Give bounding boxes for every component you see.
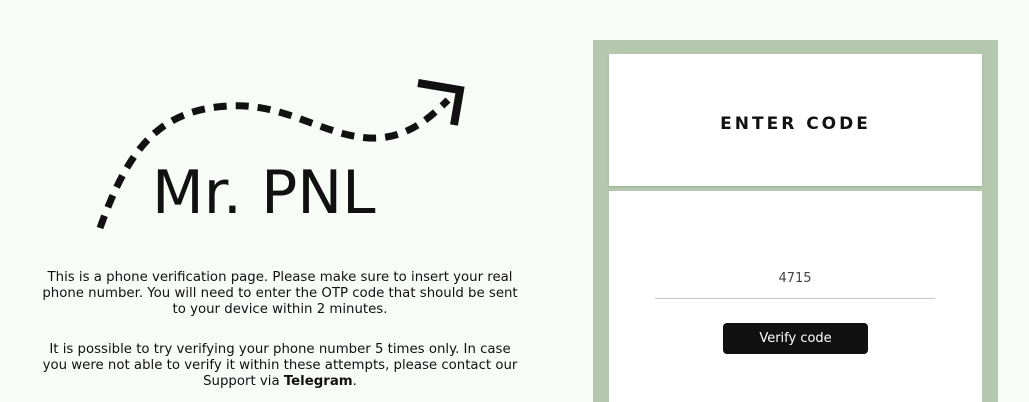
intro-paragraph-2-text: It is possible to try verifying your pho… (42, 342, 518, 389)
card-title: ENTER CODE (720, 114, 871, 134)
verify-card-frame: ENTER CODE Verify code (593, 40, 998, 402)
intro-paragraph-2: It is possible to try verifying your pho… (40, 342, 520, 390)
verification-page: Mr. PNL This is a phone verification pag… (0, 0, 1029, 402)
info-panel: Mr. PNL This is a phone verification pag… (0, 0, 560, 402)
intro-paragraph-2-end: . (352, 374, 357, 389)
verify-card-body: Verify code (609, 191, 982, 402)
telegram-link[interactable]: Telegram (284, 374, 353, 389)
intro-paragraph-1: This is a phone verification page. Pleas… (42, 270, 518, 317)
verify-code-button[interactable]: Verify code (723, 323, 868, 354)
brand-logo: Mr. PNL (152, 158, 376, 228)
verify-card-header: ENTER CODE (609, 54, 982, 186)
otp-code-input[interactable] (655, 259, 935, 299)
